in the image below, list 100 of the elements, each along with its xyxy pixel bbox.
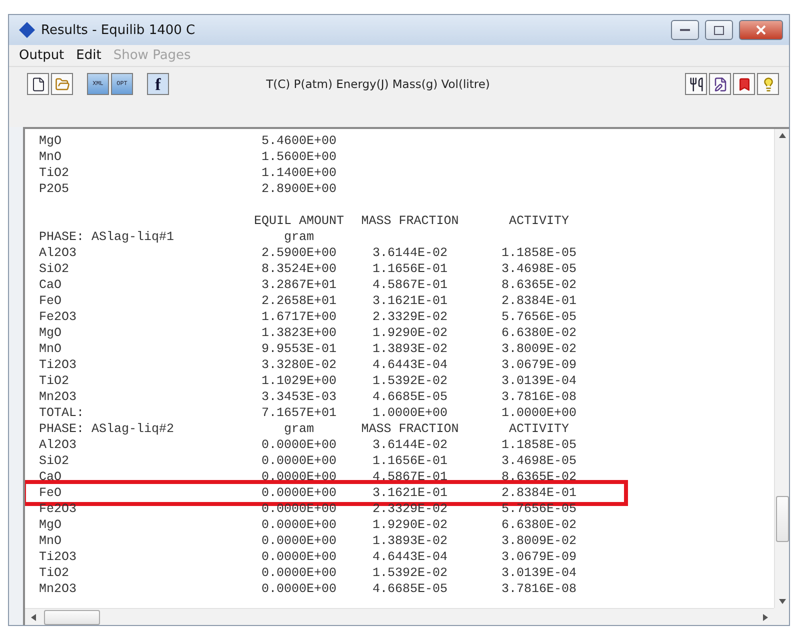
value-cell: 6.6380E-02 [501,326,576,340]
species-name: FeO [39,294,62,308]
species-name: Ti2O3 [39,550,77,564]
document-icon [30,76,46,92]
horizontal-scrollbar[interactable] [25,608,774,625]
maximize-button[interactable] [705,20,733,40]
value-cell: 3.3280E-02 [261,358,336,372]
value-cell: 1.1656E-01 [372,262,448,276]
value-cell: 2.5900E+00 [261,246,336,260]
value-cell: 4.6685E-05 [372,390,448,404]
new-document-button[interactable] [27,73,49,95]
value-cell: 0.0000E+00 [261,470,336,484]
value-cell: 1.3893E-02 [372,534,448,548]
value-cell: 3.4698E-05 [501,262,576,276]
function-button[interactable]: f [147,73,169,95]
species-name: MnO [39,534,62,548]
species-name: SiO2 [39,454,70,468]
species-name: FeO [39,486,62,500]
value-cell: 1.1858E-05 [501,438,576,452]
value-cell: 3.6144E-02 [372,438,448,452]
value-cell: 2.2658E+01 [261,294,336,308]
value-cell: 1.0000E+00 [372,406,448,420]
value-cell: 5.7656E-05 [501,502,576,516]
value-cell: 8.3524E+00 [261,262,336,276]
maximize-icon [714,26,724,34]
value-cell: 0.0000E+00 [261,566,336,580]
menu-item[interactable]: Edit [76,48,102,63]
species-name: CaO [39,470,62,484]
scroll-up-icon[interactable] [778,133,786,138]
species-name: Mn2O3 [39,390,77,404]
vertical-scrollbar[interactable] [774,129,789,608]
value-cell: 0.0000E+00 [261,454,336,468]
value-cell: 2.3329E-02 [372,502,448,516]
value-cell: 3.3453E-03 [261,390,336,404]
species-name: P2O5 [39,182,70,196]
value-cell: 7.1657E+01 [261,406,336,420]
phase-label: PHASE: ASlag-liq#2 [39,422,174,436]
bookmark-button[interactable] [733,73,755,95]
species-name: MgO [39,134,62,148]
value-cell: 3.0139E-04 [501,374,576,388]
document-pen-button[interactable] [709,73,731,95]
value-cell: 3.1621E-01 [372,486,448,500]
species-name: TiO2 [39,374,70,388]
species-name: TiO2 [39,566,70,580]
value-cell: 4.6443E-04 [372,358,448,372]
value-cell: 1.9290E-02 [372,518,448,532]
phase-label: PHASE: ASlag-liq#1 [39,230,174,244]
bookmark-icon [736,76,752,92]
value-cell: 2.3329E-02 [372,310,448,324]
column-heading: ACTIVITY [508,214,569,228]
utensils-button[interactable] [685,73,707,95]
value-cell: 3.2867E+01 [261,278,336,292]
value-cell: 3.0679E-09 [501,550,576,564]
value-cell: 1.5392E-02 [372,566,448,580]
value-cell: 3.8009E-02 [501,342,576,356]
value-cell: 5.7656E-05 [501,310,576,324]
value-cell: 3.4698E-05 [501,454,576,468]
species-name: Mn2O3 [39,582,77,596]
value-cell: 1.3893E-02 [372,342,448,356]
value-cell: 3.6144E-02 [372,246,448,260]
scroll-right-icon[interactable] [763,614,768,620]
species-name: MnO [39,150,62,164]
value-cell: 3.0139E-04 [501,566,576,580]
value-cell: 8.6365E-02 [501,278,576,292]
minimize-button[interactable] [671,20,699,40]
scroll-left-icon[interactable] [31,614,36,620]
value-cell: 1.3823E+00 [261,326,336,340]
species-name: TOTAL: [39,406,84,420]
value-cell: 4.5867E-01 [372,470,448,484]
value-cell: 2.8900E+00 [261,182,336,196]
close-icon [756,25,766,35]
value-cell: 1.1656E-01 [372,454,448,468]
folder-icon [54,76,70,92]
value-cell: 2.8384E-01 [501,486,576,500]
value-cell: 1.5600E+00 [261,150,336,164]
value-cell: 3.7816E-08 [501,390,576,404]
minimize-icon [680,28,690,32]
value-cell: 5.4600E+00 [261,134,336,148]
value-cell: 4.6685E-05 [372,582,448,596]
scroll-thumb[interactable] [776,496,788,542]
close-button[interactable] [739,20,783,40]
value-cell: 0.0000E+00 [261,486,336,500]
lightbulb-button[interactable] [757,73,779,95]
species-name: Fe2O3 [39,310,77,324]
species-name: Al2O3 [39,246,77,260]
value-cell: 4.5867E-01 [372,278,448,292]
value-cell: 9.9553E-01 [261,342,336,356]
scroll-down-icon[interactable] [778,599,786,604]
scroll-thumb[interactable] [44,610,100,624]
column-heading: MASS FRACTION [361,422,459,436]
species-name: MnO [39,342,62,356]
open-folder-button[interactable] [51,73,73,95]
value-cell: 3.0679E-09 [501,358,576,372]
species-name: MgO [39,518,62,532]
value-cell: 1.6717E+00 [261,310,336,324]
species-name: Fe2O3 [39,502,77,516]
value-cell: 0.0000E+00 [261,550,336,564]
menu-item[interactable]: Output [19,48,64,63]
value-cell: 3.1621E-01 [372,294,448,308]
species-name: SiO2 [39,262,70,276]
